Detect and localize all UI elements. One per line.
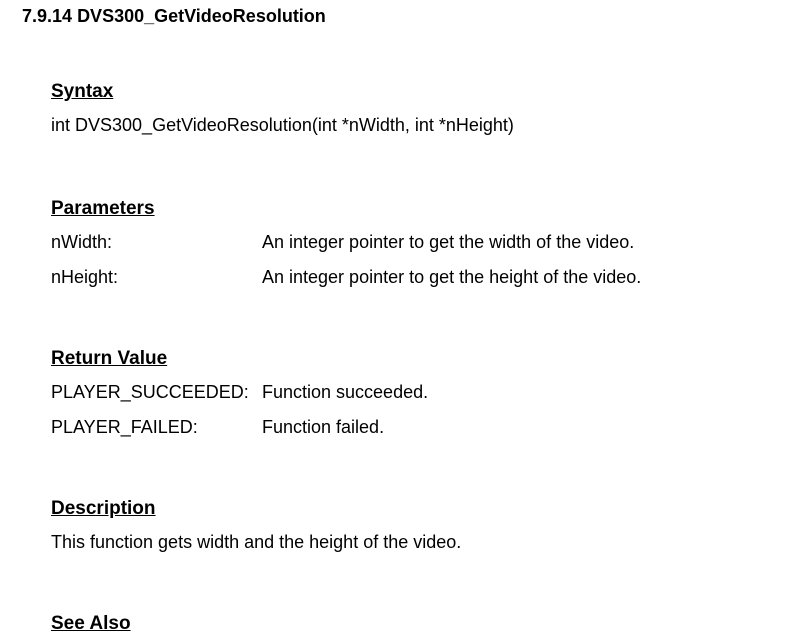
description-text: This function gets width and the height … — [51, 532, 781, 553]
return-name: PLAYER_FAILED: — [51, 417, 262, 438]
parameter-row: nHeight: An integer pointer to get the h… — [51, 267, 781, 288]
parameter-name: nWidth: — [51, 232, 262, 253]
return-row: PLAYER_SUCCEEDED: Function succeeded. — [51, 382, 781, 403]
heading-number: 7.9.14 — [22, 6, 72, 26]
document-page: 7.9.14 DVS300_GetVideoResolution Syntax … — [0, 0, 803, 635]
parameters-heading: Parameters — [51, 198, 781, 220]
return-value-heading: Return Value — [51, 348, 781, 370]
parameter-row: nWidth: An integer pointer to get the wi… — [51, 232, 781, 253]
page-title: 7.9.14 DVS300_GetVideoResolution — [22, 0, 781, 27]
see-also-heading: See Also — [51, 613, 781, 635]
return-row: PLAYER_FAILED: Function failed. — [51, 417, 781, 438]
return-desc: Function succeeded. — [262, 382, 781, 403]
parameters-section: Parameters nWidth: An integer pointer to… — [51, 198, 781, 288]
description-section: Description This function gets width and… — [51, 498, 781, 553]
parameter-name: nHeight: — [51, 267, 262, 288]
see-also-section: See Also — [51, 613, 781, 635]
return-value-section: Return Value PLAYER_SUCCEEDED: Function … — [51, 348, 781, 438]
syntax-heading: Syntax — [51, 81, 781, 103]
heading-title: DVS300_GetVideoResolution — [77, 6, 326, 26]
syntax-section: Syntax int DVS300_GetVideoResolution(int… — [51, 81, 781, 136]
syntax-text: int DVS300_GetVideoResolution(int *nWidt… — [51, 115, 781, 136]
description-heading: Description — [51, 498, 781, 520]
parameter-desc: An integer pointer to get the height of … — [262, 267, 781, 288]
return-name: PLAYER_SUCCEEDED: — [51, 382, 262, 403]
return-desc: Function failed. — [262, 417, 781, 438]
parameter-desc: An integer pointer to get the width of t… — [262, 232, 781, 253]
